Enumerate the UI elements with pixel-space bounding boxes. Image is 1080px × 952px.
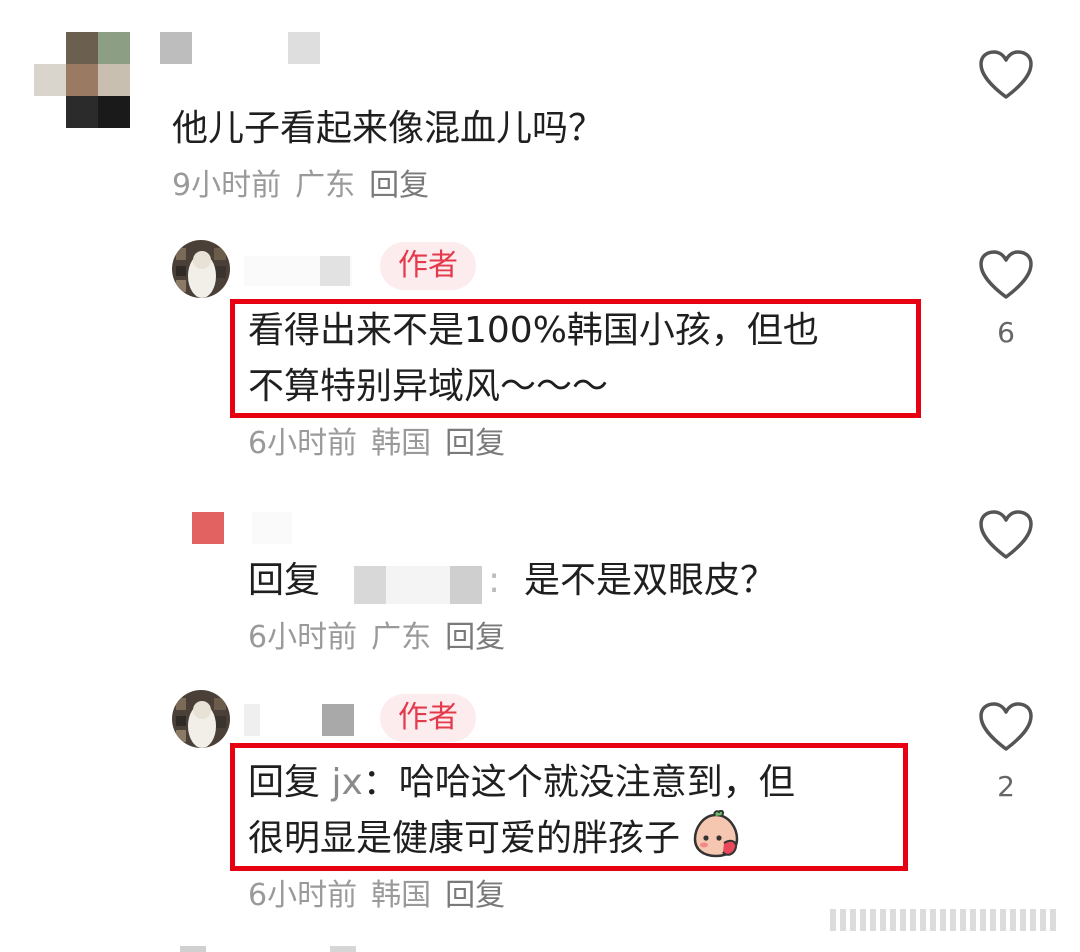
author-badge: 作者 bbox=[380, 694, 476, 742]
comment-location: 广东 bbox=[371, 620, 432, 655]
like-button[interactable] bbox=[978, 510, 1034, 564]
heart-outline-icon bbox=[979, 510, 1033, 559]
reply-prefix: 回复 bbox=[248, 560, 321, 601]
comment-text-line1: 回复 jx：哈哈这个就没注意到，但 bbox=[248, 754, 795, 812]
comment-meta: 6小时前 韩国 回复 bbox=[248, 418, 519, 462]
comment-meta: 6小时前 韩国 回复 bbox=[248, 870, 519, 914]
comment-text: 很明显是健康可爱的胖孩子 bbox=[248, 818, 681, 859]
heart-outline-icon bbox=[979, 50, 1033, 99]
comment-time: 6小时前 bbox=[248, 620, 358, 655]
reply-button[interactable]: 回复 bbox=[445, 426, 505, 461]
author-avatar[interactable] bbox=[172, 690, 230, 748]
next-comment-partial bbox=[180, 944, 380, 952]
commenter-avatar[interactable] bbox=[192, 512, 224, 544]
like-button[interactable] bbox=[978, 702, 1034, 756]
comment-text-line2: 不算特别异域风～～～ bbox=[248, 366, 609, 407]
reply-target[interactable]: jx bbox=[331, 762, 362, 803]
comment-text: 他儿子看起来像混血儿吗？ bbox=[172, 108, 605, 149]
comment-location: 韩国 bbox=[371, 878, 432, 913]
heart-outline-icon bbox=[979, 250, 1033, 299]
comment-time: 6小时前 bbox=[248, 878, 358, 913]
reply-target-obscured[interactable] bbox=[354, 566, 484, 604]
blush-emoji-icon bbox=[694, 809, 739, 858]
comment-text-line1: 看得出来不是100%韩国小孩，但也 bbox=[248, 310, 819, 351]
reply-separator: : bbox=[488, 560, 501, 601]
reply-button[interactable]: 回复 bbox=[445, 878, 505, 913]
comment-time: 6小时前 bbox=[248, 426, 358, 461]
comment-text-rest: ：哈哈这个就没注意到，但 bbox=[362, 762, 795, 803]
heart-outline-icon bbox=[979, 702, 1033, 751]
like-button[interactable] bbox=[978, 250, 1034, 304]
commenter-username-obscured[interactable] bbox=[252, 512, 292, 544]
comment-meta: 9小时前 广东 回复 bbox=[172, 160, 443, 204]
comment-location: 韩国 bbox=[371, 426, 432, 461]
comment-meta: 6小时前 广东 回复 bbox=[248, 612, 519, 656]
like-count: 2 bbox=[997, 770, 1015, 803]
author-username-obscured[interactable] bbox=[244, 704, 354, 736]
author-avatar[interactable] bbox=[172, 240, 230, 298]
commenter-avatar[interactable] bbox=[34, 32, 130, 128]
comment-time: 9小时前 bbox=[172, 168, 282, 203]
reply-button[interactable]: 回复 bbox=[445, 620, 505, 655]
author-badge: 作者 bbox=[380, 242, 476, 290]
comment-text-line2: 很明显是健康可爱的胖孩子 bbox=[248, 809, 741, 868]
reply-prefix: 回复 bbox=[248, 762, 321, 803]
like-button[interactable] bbox=[978, 50, 1034, 104]
like-count: 6 bbox=[997, 316, 1015, 349]
reply-button[interactable]: 回复 bbox=[369, 168, 429, 203]
commenter-username-obscured[interactable] bbox=[160, 32, 320, 64]
watermark bbox=[830, 905, 1070, 935]
author-username-obscured[interactable] bbox=[244, 256, 352, 286]
comment-location: 广东 bbox=[295, 168, 356, 203]
comment-text: 是不是双眼皮？ bbox=[524, 560, 777, 601]
